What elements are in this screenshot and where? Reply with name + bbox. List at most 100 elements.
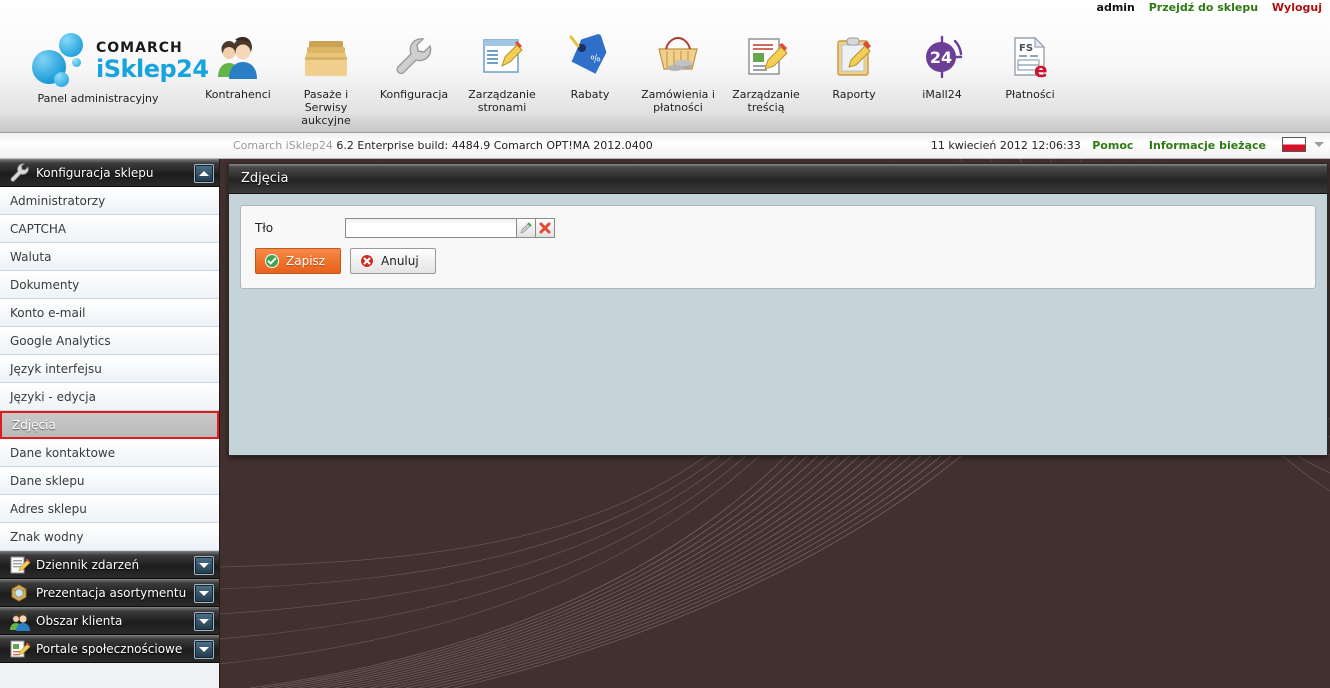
news-link[interactable]: Informacje bieżące [1149, 139, 1266, 152]
help-link[interactable]: Pomoc [1092, 139, 1133, 152]
imall24-badge-icon: 24 [898, 26, 986, 88]
sidebar-item-dane-kontaktowe[interactable]: Dane kontaktowe [0, 439, 219, 467]
toolbar-item-zamowienia-i-platnosci[interactable]: Zamówienia i płatności [634, 16, 722, 114]
folders-icon [282, 26, 370, 88]
check-circle-icon [265, 254, 279, 268]
chevron-up-icon [199, 171, 209, 176]
datetime-label: 11 kwiecień 2012 12:06:33 [930, 139, 1081, 152]
toolbar-item-zarzadzanie-trescia[interactable]: Zarządzanie treścią [722, 16, 810, 114]
toolbar-item-panel-administracyjny[interactable]: COMARCH iSklep24 Panel administracyjny [18, 16, 209, 105]
expand-group-button[interactable] [194, 584, 214, 603]
logout-link[interactable]: Wyloguj [1272, 1, 1322, 14]
background-field-row: Tło [255, 218, 1301, 238]
close-circle-icon [360, 254, 374, 268]
invoice-fs-icon: FS e [986, 26, 1074, 88]
sidebar-group-prezentacja-asortymentu[interactable]: Prezentacja asortymentu [0, 579, 219, 607]
content-panel: Zdjęcia Tło Zapisz Anuluj [228, 163, 1328, 456]
sidebar-item-administratorzy[interactable]: Administratorzy [0, 187, 219, 215]
sidebar-group-portale-spolecznosciowe[interactable]: Portale społecznościowe [0, 635, 219, 663]
toolbar-item-pasaze-i-serwisy-aukcyjne[interactable]: Pasaże i Serwisy aukcyjne [282, 16, 370, 127]
sidebar-group-label: Konfiguracja sklepu [36, 166, 154, 180]
toolbar-label-konfiguracja: Konfiguracja [379, 88, 449, 101]
toolbar-label-rabaty: Rabaty [570, 88, 610, 101]
page-title: Zdjęcia [229, 164, 1327, 194]
brand-comarch-text: COMARCH [96, 40, 183, 56]
toolbar-label-zarzadzanie-stronami: Zarządzanie stronami [468, 88, 536, 114]
toolbar-label-zarzadzanie-trescia: Zarządzanie treścią [732, 88, 800, 114]
toolbar-label-panel-administracyjny: Panel administracyjny [37, 92, 159, 105]
sidebar-item-jezyki-edycja[interactable]: Języki - edycja [0, 383, 219, 411]
comarch-isklep24-logo: COMARCH iSklep24 [18, 30, 209, 92]
toolbar-item-raporty[interactable]: Raporty [810, 16, 898, 101]
bubbles-logo-icon [30, 32, 92, 90]
price-tag-percent-icon: % [546, 26, 634, 88]
notepad-pencil-icon [8, 554, 32, 576]
wrench-icon [370, 26, 458, 88]
sidebar-group-konfiguracja-sklepu[interactable]: Konfiguracja sklepu [0, 159, 219, 187]
svg-text:FS: FS [1019, 43, 1033, 54]
delete-x-icon[interactable] [535, 219, 554, 237]
box-search-icon [8, 582, 32, 604]
sidebar-item-znak-wodny[interactable]: Znak wodny [0, 523, 219, 551]
expand-group-button[interactable] [194, 612, 214, 631]
sidebar-item-zdjecia[interactable]: Zdjęcia [0, 411, 219, 439]
sidebar-item-dane-sklepu[interactable]: Dane sklepu [0, 467, 219, 495]
sidebar-group-dziennik-zdarzen[interactable]: Dziennik zdarzeń [0, 551, 219, 579]
go-to-shop-link[interactable]: Przejdź do sklepu [1149, 1, 1258, 14]
form-actions: Zapisz Anuluj [255, 248, 1301, 274]
chevron-down-icon[interactable] [1314, 142, 1324, 147]
save-button[interactable]: Zapisz [255, 248, 341, 274]
sidebar-item-adres-sklepu[interactable]: Adres sklepu [0, 495, 219, 523]
background-input-group [345, 218, 555, 238]
sidebar-item-google-analytics[interactable]: Google Analytics [0, 327, 219, 355]
chevron-down-icon [199, 591, 209, 596]
collapse-group-button[interactable] [194, 164, 214, 183]
product-name-label: Comarch iSklep24 [233, 139, 333, 152]
sidebar-item-konto-e-mail[interactable]: Konto e-mail [0, 299, 219, 327]
toolbar-item-rabaty[interactable]: % Rabaty [546, 16, 634, 101]
sidebar-group-label: Dziennik zdarzeń [36, 558, 140, 572]
users-icon [8, 610, 32, 632]
svg-text:24: 24 [930, 48, 952, 67]
toolbar-label-imall24: iMall24 [922, 88, 962, 101]
expand-group-button[interactable] [194, 640, 214, 659]
status-info-strip: Comarch iSklep24 6.2 Enterprise build: 4… [0, 133, 1330, 159]
expand-group-button[interactable] [194, 556, 214, 575]
toolbar-label-kontrahenci: Kontrahenci [205, 88, 271, 101]
sidebar-group-label: Obszar klienta [36, 614, 123, 628]
sidebar-item-captcha[interactable]: CAPTCHA [0, 215, 219, 243]
sidebar-item-waluta[interactable]: Waluta [0, 243, 219, 271]
eyedropper-icon[interactable] [516, 219, 535, 237]
background-input[interactable] [346, 219, 516, 237]
brand-isklep24-text: iSklep24 [96, 55, 209, 83]
basket-coins-icon [634, 26, 722, 88]
toolbar-item-platnosci[interactable]: FS e Płatności [986, 16, 1074, 101]
save-button-label: Zapisz [286, 254, 326, 268]
sidebar-group-obszar-klienta[interactable]: Obszar klienta [0, 607, 219, 635]
toolbar-item-kontrahenci[interactable]: Kontrahenci [194, 16, 282, 101]
chevron-down-icon [199, 563, 209, 568]
wrench-icon [8, 162, 32, 184]
toolbar-label-platnosci: Płatności [1005, 88, 1055, 101]
toolbar-item-imall24[interactable]: 24 iMall24 [898, 16, 986, 101]
toolbar-item-konfiguracja[interactable]: Konfiguracja [370, 16, 458, 101]
sidebar-group-label: Portale społecznościowe [36, 642, 183, 656]
photo-settings-form: Tło Zapisz Anuluj [240, 205, 1316, 289]
page-edit-icon [458, 26, 546, 88]
toolbar-label-pasaze: Pasaże i Serwisy aukcyjne [301, 88, 351, 127]
cancel-button-label: Anuluj [381, 254, 419, 268]
poland-flag-icon[interactable] [1281, 137, 1306, 152]
toolbar-item-zarzadzanie-stronami[interactable]: Zarządzanie stronami [458, 16, 546, 114]
chevron-down-icon [199, 619, 209, 624]
main-toolbar: COMARCH iSklep24 Panel administracyjny K… [0, 16, 1330, 133]
cancel-button[interactable]: Anuluj [350, 248, 436, 274]
version-label: 6.2 Enterprise build: 4484.9 Comarch OPT… [336, 139, 653, 152]
page-pencil-icon [8, 638, 32, 660]
sidebar-item-jezyk-interfejsu[interactable]: Język interfejsu [0, 355, 219, 383]
users-icon [194, 26, 282, 88]
version-info: Comarch iSklep24 6.2 Enterprise build: 4… [233, 133, 653, 158]
sidebar: Konfiguracja sklepu Administratorzy CAPT… [0, 159, 220, 688]
sidebar-item-dokumenty[interactable]: Dokumenty [0, 271, 219, 299]
svg-text:e: e [1034, 58, 1048, 81]
account-bar: admin Przejdź do sklepu Wyloguj [0, 0, 1330, 16]
